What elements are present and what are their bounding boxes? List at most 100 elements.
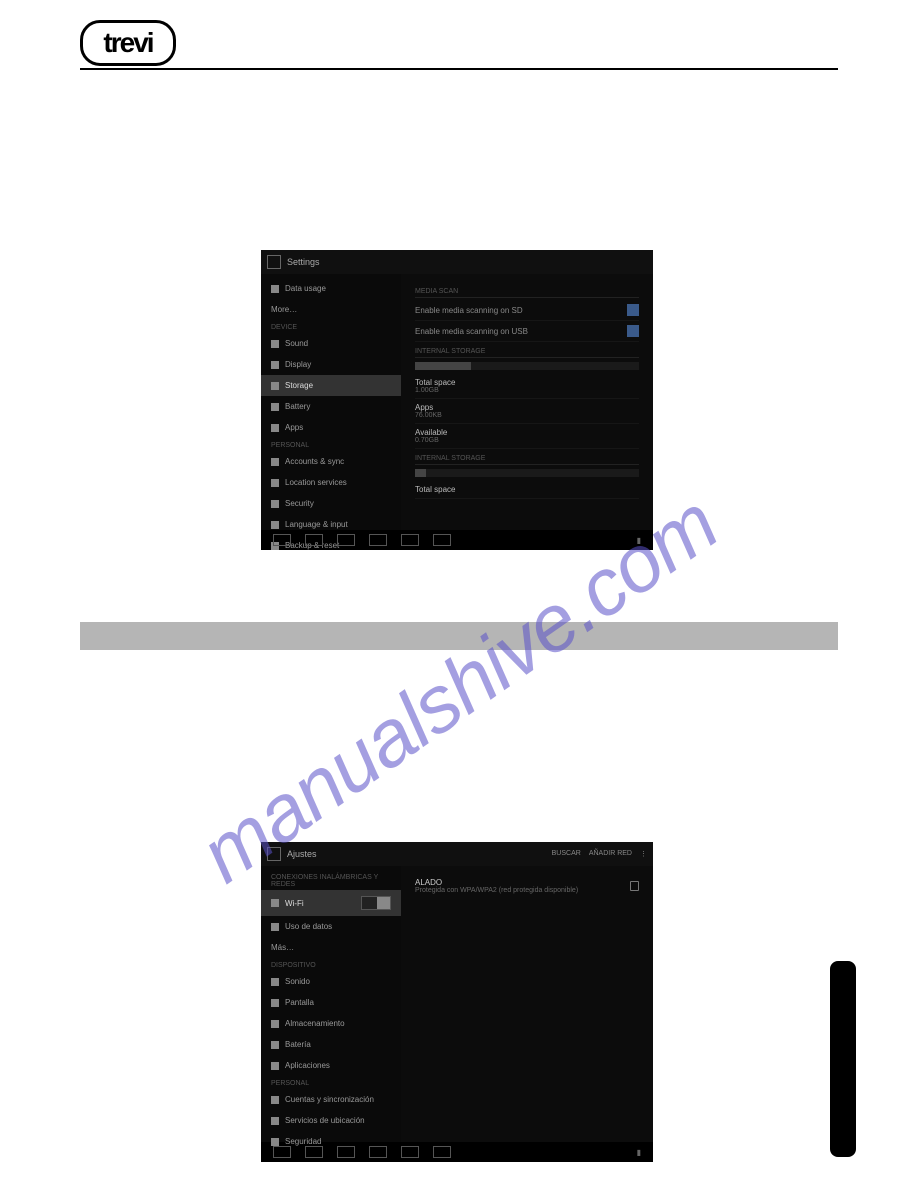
sidebar-category-personal: PERSONAL — [261, 438, 401, 451]
recent-icon[interactable] — [337, 1146, 355, 1158]
section-media-scan: MEDIA SCAN — [415, 288, 639, 298]
storage-bar-1-fill — [415, 362, 471, 370]
section-internal-storage-2: INTERNAL STORAGE — [415, 455, 639, 465]
volume-up-icon[interactable] — [433, 1146, 451, 1158]
volume-down-icon[interactable] — [401, 1146, 419, 1158]
apps-icon — [271, 424, 279, 432]
settings-body: Data usage More… DEVICE Sound Display St… — [261, 274, 653, 530]
window-titlebar-2: Ajustes BUSCAR AÑADIR RED ⋮ — [261, 842, 653, 866]
wifi-network-row[interactable]: ALADO Protegida con WPA/WPA2 (red proteg… — [415, 874, 639, 898]
checkbox-scan-usb[interactable] — [627, 325, 639, 337]
row-total-space[interactable]: Total space 1.00GB — [415, 374, 639, 399]
lock-icon — [271, 1138, 279, 1146]
sidebar-item-battery[interactable]: Battery — [261, 396, 401, 417]
sidebar-item-storage[interactable]: Almacenamiento — [261, 1013, 401, 1034]
sidebar-item-storage[interactable]: Storage — [261, 375, 401, 396]
sync-icon — [271, 458, 279, 466]
sidebar-category-wireless: CONEXIONES INALÁMBRICAS Y REDES — [261, 870, 401, 890]
screenshot-icon[interactable] — [369, 1146, 387, 1158]
settings-icon — [267, 847, 281, 861]
settings-detail-pane: MEDIA SCAN Enable media scanning on SD E… — [401, 274, 653, 530]
network-subtitle: Protegida con WPA/WPA2 (red protegida di… — [415, 887, 578, 894]
sidebar-item-language[interactable]: Language & input — [261, 514, 401, 535]
settings-body-2: CONEXIONES INALÁMBRICAS Y REDES Wi-Fi Us… — [261, 866, 653, 1142]
sidebar-item-data-usage[interactable]: Uso de datos — [261, 916, 401, 937]
action-add-network[interactable]: AÑADIR RED — [589, 850, 632, 858]
storage-bar-2-fill — [415, 469, 426, 477]
section-divider-band — [80, 622, 838, 650]
sidebar-item-accounts[interactable]: Accounts & sync — [261, 451, 401, 472]
storage-icon — [271, 1020, 279, 1028]
row-scan-sd[interactable]: Enable media scanning on SD — [415, 300, 639, 321]
screenshot-icon[interactable] — [369, 534, 387, 546]
window-title: Ajustes — [287, 849, 317, 859]
brand-logo: trevi — [80, 20, 176, 66]
display-icon — [271, 999, 279, 1007]
section-internal-storage: INTERNAL STORAGE — [415, 348, 639, 358]
volume-up-icon[interactable] — [433, 534, 451, 546]
sidebar-item-display[interactable]: Pantalla — [261, 992, 401, 1013]
battery-icon — [271, 1041, 279, 1049]
checkbox-scan-sd[interactable] — [627, 304, 639, 316]
sidebar-item-more[interactable]: More… — [261, 299, 401, 320]
volume-down-icon[interactable] — [401, 534, 419, 546]
sidebar-item-wifi[interactable]: Wi-Fi — [261, 890, 401, 916]
sidebar-item-more[interactable]: Más… — [261, 937, 401, 958]
storage-icon — [271, 382, 279, 390]
sound-icon — [271, 978, 279, 986]
wifi-icon — [271, 899, 279, 907]
language-icon — [271, 521, 279, 529]
page-side-tab — [830, 961, 856, 1157]
sidebar-item-apps[interactable]: Aplicaciones — [261, 1055, 401, 1076]
sidebar-item-sound[interactable]: Sound — [261, 333, 401, 354]
home-icon[interactable] — [305, 534, 323, 546]
sidebar-item-display[interactable]: Display — [261, 354, 401, 375]
display-icon — [271, 361, 279, 369]
battery-icon — [271, 403, 279, 411]
back-icon[interactable] — [273, 1146, 291, 1158]
sidebar-item-location[interactable]: Location services — [261, 472, 401, 493]
sound-icon — [271, 340, 279, 348]
storage-bar-1 — [415, 362, 639, 370]
wifi-toggle[interactable] — [361, 896, 391, 910]
data-usage-icon — [271, 923, 279, 931]
row-total-space-2[interactable]: Total space — [415, 481, 639, 499]
back-icon[interactable] — [273, 534, 291, 546]
screenshot-settings-wifi: Ajustes BUSCAR AÑADIR RED ⋮ CONEXIONES I… — [261, 842, 653, 1162]
manual-page: trevi Settings Data usage More… DEVICE S… — [0, 0, 918, 1188]
window-title: Settings — [287, 257, 320, 267]
home-icon[interactable] — [305, 1146, 323, 1158]
status-icons: ▮ — [637, 536, 641, 545]
sidebar-item-apps[interactable]: Apps — [261, 417, 401, 438]
row-scan-usb[interactable]: Enable media scanning on USB — [415, 321, 639, 342]
data-usage-icon — [271, 285, 279, 293]
action-scan[interactable]: BUSCAR — [552, 850, 581, 858]
sidebar-category-device: DEVICE — [261, 320, 401, 333]
sidebar-item-accounts[interactable]: Cuentas y sincronización — [261, 1089, 401, 1110]
sidebar-item-battery[interactable]: Batería — [261, 1034, 401, 1055]
row-available[interactable]: Available 0.70GB — [415, 424, 639, 449]
recent-icon[interactable] — [337, 534, 355, 546]
location-icon — [271, 1117, 279, 1125]
brand-logo-text: trevi — [103, 27, 152, 59]
sidebar-item-sound[interactable]: Sonido — [261, 971, 401, 992]
row-apps-size[interactable]: Apps 76.00KB — [415, 399, 639, 424]
wifi-detail-pane: ALADO Protegida con WPA/WPA2 (red proteg… — [401, 866, 653, 1142]
sidebar-item-security[interactable]: Security — [261, 493, 401, 514]
network-name: ALADO — [415, 878, 578, 887]
sync-icon — [271, 1096, 279, 1104]
location-icon — [271, 479, 279, 487]
sidebar-category-device: DISPOSITIVO — [261, 958, 401, 971]
lock-icon — [271, 500, 279, 508]
window-titlebar: Settings — [261, 250, 653, 274]
apps-icon — [271, 1062, 279, 1070]
sidebar-item-data-usage[interactable]: Data usage — [261, 278, 401, 299]
overflow-menu-icon[interactable]: ⋮ — [640, 850, 647, 858]
settings-icon — [267, 255, 281, 269]
sidebar-item-location[interactable]: Servicios de ubicación — [261, 1110, 401, 1131]
sidebar-category-personal: PERSONAL — [261, 1076, 401, 1089]
status-icons: ▮ — [637, 1148, 641, 1157]
settings-sidebar-2: CONEXIONES INALÁMBRICAS Y REDES Wi-Fi Us… — [261, 866, 401, 1142]
screenshot-settings-storage: Settings Data usage More… DEVICE Sound D… — [261, 250, 653, 550]
toggle-knob — [377, 897, 390, 909]
